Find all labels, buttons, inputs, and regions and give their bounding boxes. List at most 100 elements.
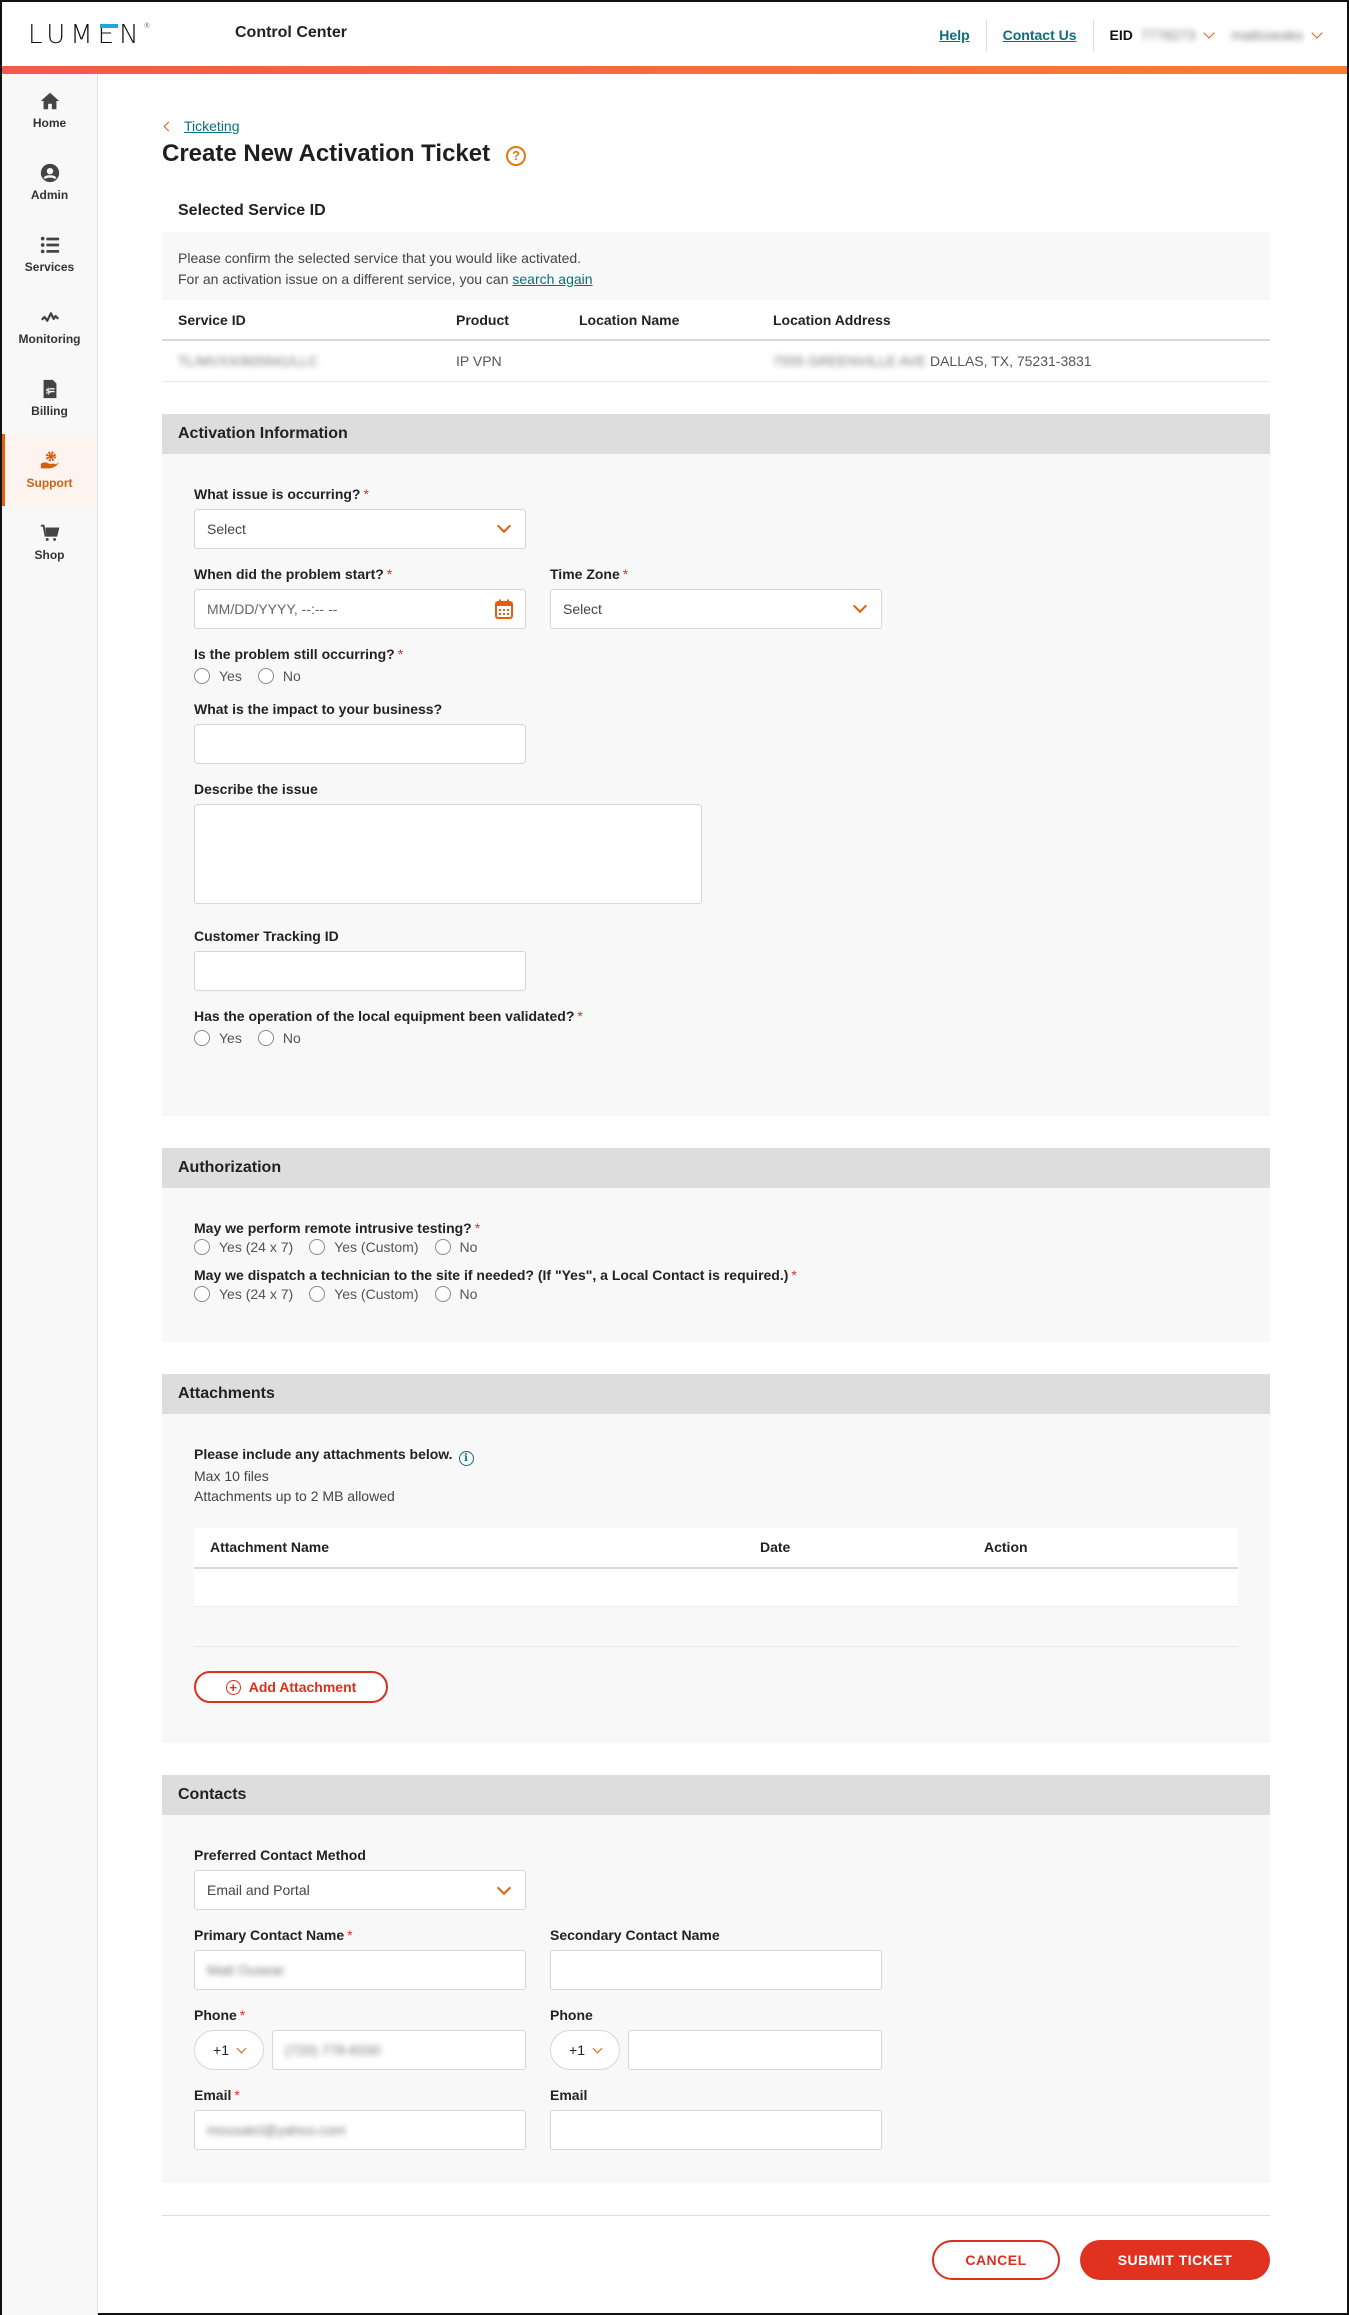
lumen-logo[interactable]: LUMEN® <box>28 20 151 50</box>
help-circle-icon[interactable]: ? <box>506 145 527 166</box>
radio-circle[interactable] <box>309 1238 326 1255</box>
invoice-icon: $ <box>43 379 56 399</box>
contact-us-link[interactable]: Contact Us <box>987 27 1093 43</box>
search-again-prefix: For an activation issue on a different s… <box>178 271 513 287</box>
help-link[interactable]: Help <box>923 27 985 43</box>
radio-label: No <box>459 1238 478 1255</box>
radio-yes-custom[interactable]: Yes (Custom) <box>309 1285 419 1302</box>
required-asterisk: * <box>474 1219 481 1236</box>
sidebar-item-services[interactable]: Services <box>2 218 97 290</box>
field-label: Time Zone * <box>550 566 882 582</box>
field-label: When did the problem start? * <box>194 566 526 582</box>
label-text: Time Zone <box>550 565 620 582</box>
calendar-icon[interactable] <box>495 599 513 619</box>
sidebar-item-monitoring[interactable]: Monitoring <box>2 290 97 362</box>
radio-yes[interactable]: Yes <box>194 1029 242 1046</box>
country-code-select[interactable]: +1 <box>194 2030 264 2070</box>
required-asterisk: * <box>239 2007 246 2023</box>
primary-email-input[interactable]: mousatcl@yahoo.com <box>194 2110 526 2150</box>
address-city: DALLAS, TX, 75231-3831 <box>929 352 1092 369</box>
user-name: mattoseaks <box>1231 26 1303 43</box>
page-title: Create New Activation Ticket ? <box>162 140 1270 168</box>
chevron-down-icon <box>1203 26 1216 39</box>
country-code-select[interactable]: +1 <box>550 2030 620 2070</box>
label-text: Is the problem still occurring? <box>194 645 395 662</box>
location-name-cell <box>563 340 757 382</box>
sidebar-item-admin[interactable]: Admin <box>2 146 97 218</box>
radio-yes-24x7[interactable]: Yes (24 x 7) <box>194 1238 294 1255</box>
max-size-text: Attachments up to 2 MB allowed <box>194 1487 395 1504</box>
breadcrumb-ticketing-link[interactable]: Ticketing <box>184 118 240 134</box>
issue-select[interactable]: Select <box>194 508 526 549</box>
radio-circle[interactable] <box>434 1238 451 1255</box>
radio-circle[interactable] <box>257 1029 274 1046</box>
add-attachment-button[interactable]: + Add Attachment <box>194 1671 388 1703</box>
radio-label: Yes (Custom) <box>334 1238 419 1255</box>
radio-circle[interactable] <box>194 667 210 684</box>
label-text: What issue is occurring? <box>194 485 361 502</box>
primary-contact-name-input[interactable]: Matt Ousear <box>194 1950 526 1990</box>
column-header-action: Action <box>968 1527 1238 1569</box>
field-label: Phone <box>550 2007 593 2023</box>
label-text: When did the problem start? <box>194 565 384 582</box>
sidebar-item-label: Home <box>32 116 67 130</box>
radio-yes-24x7[interactable]: Yes (24 x 7) <box>194 1285 293 1302</box>
radio-circle[interactable] <box>309 1285 326 1302</box>
required-asterisk: * <box>363 485 369 502</box>
customer-tracking-id-input[interactable] <box>194 950 526 991</box>
user-menu[interactable]: mattoseaks <box>1225 26 1323 43</box>
page-title-text: Create New Activation Ticket <box>162 140 491 167</box>
submit-ticket-button[interactable]: SUBMIT TICKET <box>1080 2240 1270 2280</box>
button-label: Add Attachment <box>248 1679 357 1695</box>
secondary-phone-input[interactable] <box>628 2030 882 2070</box>
radio-no[interactable]: No <box>434 1238 478 1255</box>
radio-label: Yes (Custom) <box>334 1285 419 1302</box>
plus-circle-icon: + <box>225 1679 241 1695</box>
country-code-value: +1 <box>213 2042 229 2058</box>
eid-selector[interactable]: EID 7778273 <box>1094 27 1226 43</box>
sidebar-item-support[interactable]: Support <box>2 434 97 506</box>
radio-circle[interactable] <box>194 1285 210 1302</box>
radio-circle[interactable] <box>194 1029 210 1046</box>
sidebar-item-billing[interactable]: $ Billing <box>2 362 97 434</box>
cancel-button[interactable]: CANCEL <box>932 2240 1060 2280</box>
sidebar-item-home[interactable]: Home <box>2 74 97 146</box>
radio-label: Yes (24 x 7) <box>219 1238 294 1255</box>
secondary-phone-group: +1 <box>550 2030 882 2070</box>
input-value: Matt Ousear <box>207 1962 285 1978</box>
radio-yes[interactable]: Yes <box>194 667 242 684</box>
sidebar-item-label: Monitoring <box>18 332 81 346</box>
radio-no[interactable]: No <box>257 1029 301 1046</box>
selected-service-heading: Selected Service ID <box>178 202 326 219</box>
field-label: Primary Contact Name * <box>194 1927 526 1943</box>
attachments-table: Attachment Name Date Action <box>194 1527 1238 1607</box>
secondary-email-input[interactable] <box>550 2110 882 2150</box>
section-header: Contacts <box>162 1775 1270 1815</box>
business-impact-input[interactable] <box>194 723 526 764</box>
selected-service-table: Service ID Product Location Name Locatio… <box>162 300 1270 382</box>
max-files-text: Max 10 files <box>194 1467 269 1484</box>
input-value: mousatcl@yahoo.com <box>207 2122 346 2138</box>
problem-start-datetime-input[interactable]: MM/DD/YYYY, --:-- -- <box>194 588 526 629</box>
radio-circle[interactable] <box>434 1285 451 1302</box>
time-zone-select[interactable]: Select <box>550 588 882 629</box>
sidebar-nav: Home Admin Services Monitoring $ Billing… <box>2 74 98 2315</box>
primary-phone-input[interactable]: (720) 778-8330 <box>272 2030 526 2070</box>
describe-issue-textarea[interactable] <box>194 803 702 904</box>
secondary-contact-name-input[interactable] <box>550 1950 882 1990</box>
section-header: Authorization <box>162 1147 1270 1188</box>
info-icon[interactable]: i <box>458 1450 474 1466</box>
radio-yes-custom[interactable]: Yes (Custom) <box>309 1238 419 1255</box>
column-header-product: Product <box>440 300 563 341</box>
radio-circle[interactable] <box>194 1238 210 1255</box>
user-circle-icon <box>40 163 59 183</box>
radio-circle[interactable] <box>257 667 274 684</box>
search-again-link[interactable]: search again <box>512 271 592 287</box>
cart-icon <box>40 524 59 541</box>
preferred-contact-method-select[interactable]: Email and Portal <box>194 1870 526 1910</box>
list-icon <box>40 236 59 254</box>
field-label: May we dispatch a technician to the site… <box>194 1267 1238 1283</box>
radio-no[interactable]: No <box>257 667 301 684</box>
radio-no[interactable]: No <box>434 1285 477 1302</box>
sidebar-item-shop[interactable]: Shop <box>2 506 97 578</box>
